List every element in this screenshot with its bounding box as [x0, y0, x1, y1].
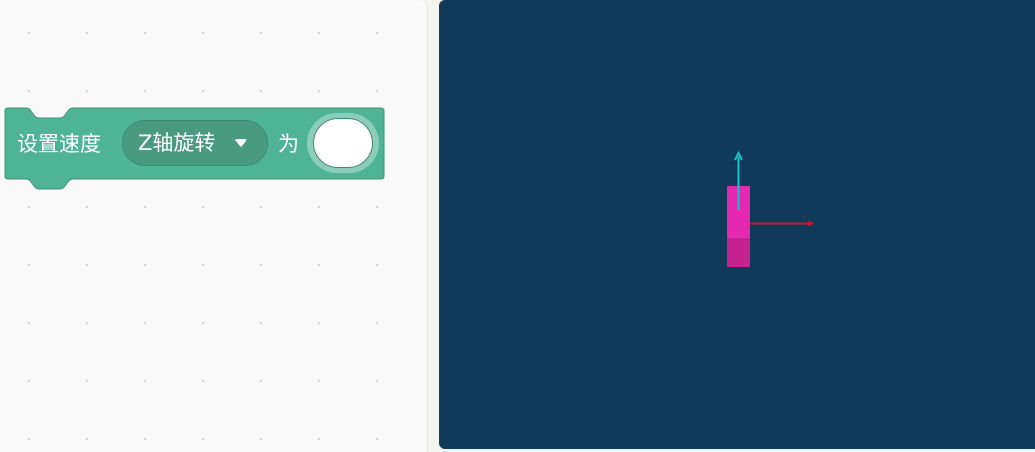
panel-divider [428, 0, 439, 452]
block-suffix-label: 为 [278, 132, 299, 156]
stage-canvas[interactable] [439, 0, 1035, 449]
x-axis-arrow [750, 216, 815, 227]
block-label: 设置速度 [17, 132, 101, 156]
stage-scene [727, 150, 815, 267]
axis-dropdown[interactable]: Z轴旋转 [122, 120, 268, 166]
axis-dropdown-value: Z轴旋转 [138, 131, 216, 155]
app: 设置速度 Z轴旋转 为 [0, 0, 1035, 452]
caret-down-icon [235, 139, 247, 147]
speed-value-input[interactable] [313, 118, 373, 168]
code-workspace[interactable] [0, 0, 428, 452]
